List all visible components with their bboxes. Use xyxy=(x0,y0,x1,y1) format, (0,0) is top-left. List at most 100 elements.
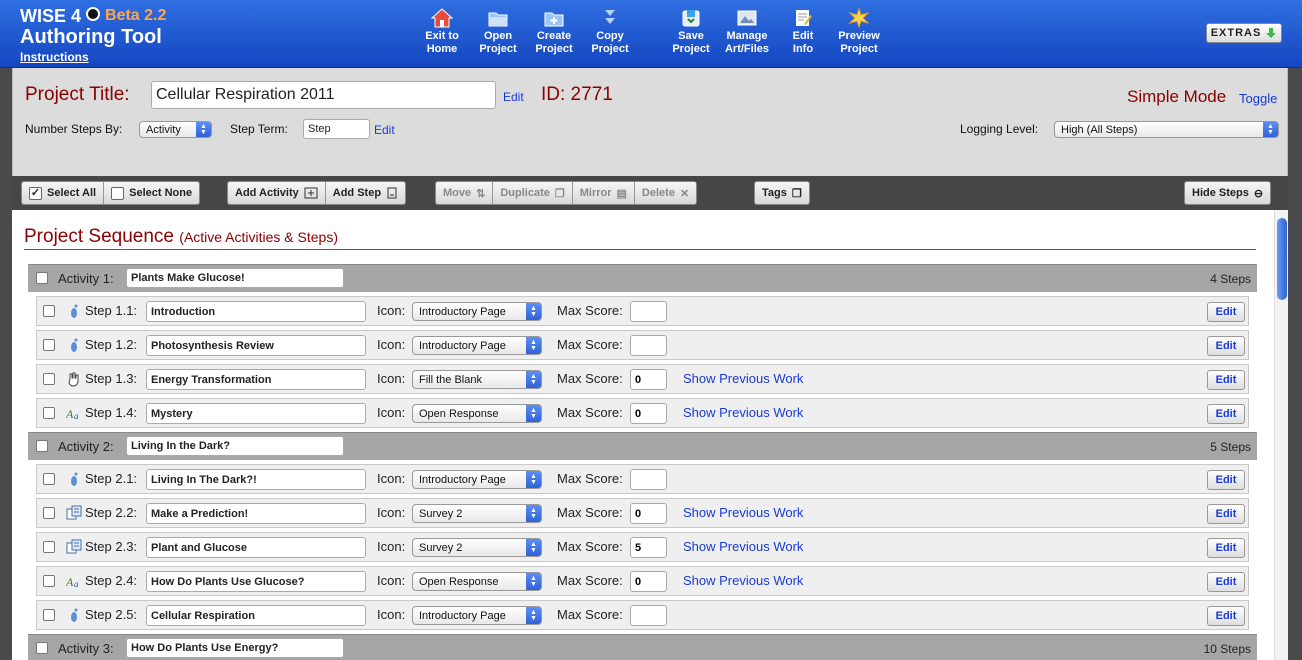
step-row[interactable]: Step 2.3: Plant and Glucose Icon: Survey… xyxy=(36,532,1249,562)
step-checkbox[interactable] xyxy=(43,575,55,587)
select-none-button[interactable]: Select None xyxy=(104,182,199,204)
activity-title-input[interactable]: Living In the Dark? xyxy=(126,436,344,456)
show-previous-work-link[interactable]: Show Previous Work xyxy=(683,539,803,554)
edit-step-button[interactable]: Edit xyxy=(1207,370,1245,390)
number-steps-select[interactable]: Activity ▲ ▼ xyxy=(139,121,212,138)
activity-title-input[interactable]: Plants Make Glucose! xyxy=(126,268,344,288)
step-icon-select[interactable]: Survey 2 ▲ ▼ xyxy=(412,504,542,523)
move-button[interactable]: Move ⇅ xyxy=(436,182,494,204)
step-icon-select[interactable]: Introductory Page ▲ ▼ xyxy=(412,302,542,321)
step-checkbox[interactable] xyxy=(43,339,55,351)
edit-step-button[interactable]: Edit xyxy=(1207,404,1245,424)
edit-step-button[interactable]: Edit xyxy=(1207,504,1245,524)
step-checkbox[interactable] xyxy=(43,407,55,419)
step-title-input[interactable]: Make a Prediction! xyxy=(146,503,366,524)
logging-level-select[interactable]: High (All Steps) ▲ ▼ xyxy=(1054,121,1279,138)
step-row[interactable]: Step 1.1: Introduction Icon: Introductor… xyxy=(36,296,1249,326)
mode-toggle-link[interactable]: Toggle xyxy=(1239,91,1277,106)
step-row[interactable]: Step 2.1: Living In The Dark?! Icon: Int… xyxy=(36,464,1249,494)
create-project-button[interactable]: Create Project xyxy=(522,8,586,56)
minus-circle-icon: ⊖ xyxy=(1253,187,1264,200)
step-checkbox[interactable] xyxy=(43,305,55,317)
max-score-input[interactable] xyxy=(630,301,667,322)
step-checkbox[interactable] xyxy=(43,373,55,385)
step-title-input[interactable]: How Do Plants Use Glucose? xyxy=(146,571,366,592)
activity-checkbox[interactable] xyxy=(36,272,48,284)
edit-step-term-link[interactable]: Edit xyxy=(374,123,395,137)
top-header: WISE 4 Beta 2.2 Authoring Tool Instructi… xyxy=(0,0,1302,68)
step-title-input[interactable]: Living In The Dark?! xyxy=(146,469,366,490)
add-activity-button[interactable]: Add Activity xyxy=(228,182,326,204)
step-icon-select[interactable]: Survey 2 ▲ ▼ xyxy=(412,538,542,557)
step-title-input[interactable]: Plant and Glucose xyxy=(146,537,366,558)
edit-step-button[interactable]: Edit xyxy=(1207,572,1245,592)
copy-project-button[interactable]: Copy Project xyxy=(578,8,642,56)
activity-title-input[interactable]: How Do Plants Use Energy? xyxy=(126,638,344,658)
manage-art-files-button[interactable]: Manage Art/Files xyxy=(715,8,779,56)
activity-row[interactable]: Activity 2: Living In the Dark? 5 Steps xyxy=(28,432,1257,460)
step-icon-select[interactable]: Introductory Page ▲ ▼ xyxy=(412,606,542,625)
step-title-input[interactable]: Introduction xyxy=(146,301,366,322)
step-title-input[interactable]: Cellular Respiration xyxy=(146,605,366,626)
project-title-input[interactable]: Cellular Respiration 2011 xyxy=(151,81,496,109)
step-title-input[interactable]: Photosynthesis Review xyxy=(146,335,366,356)
max-score-input[interactable]: 5 xyxy=(630,537,667,558)
max-score-input[interactable]: 0 xyxy=(630,571,667,592)
step-icon-select[interactable]: Open Response ▲ ▼ xyxy=(412,572,542,591)
exit-to-home-button[interactable]: Exit to Home xyxy=(410,8,474,56)
scroll-thumb[interactable] xyxy=(1277,218,1287,300)
activity-row[interactable]: Activity 3: How Do Plants Use Energy? 10… xyxy=(28,634,1257,660)
tags-button[interactable]: Tags ❐ xyxy=(755,182,809,204)
step-checkbox[interactable] xyxy=(43,609,55,621)
extras-button[interactable]: EXTRAS xyxy=(1206,23,1282,43)
max-score-input[interactable] xyxy=(630,605,667,626)
step-row[interactable]: Step 2.2: Make a Prediction! Icon: Surve… xyxy=(36,498,1249,528)
mirror-button[interactable]: Mirror ▤ xyxy=(573,182,635,204)
step-checkbox[interactable] xyxy=(43,507,55,519)
step-icon-select[interactable]: Introductory Page ▲ ▼ xyxy=(412,470,542,489)
activity-checkbox[interactable] xyxy=(36,440,48,452)
edit-title-link[interactable]: Edit xyxy=(503,90,524,104)
save-project-button[interactable]: Save Project xyxy=(659,8,723,56)
duplicate-button[interactable]: Duplicate ❐ xyxy=(493,182,573,204)
edit-step-button[interactable]: Edit xyxy=(1207,302,1245,322)
show-previous-work-link[interactable]: Show Previous Work xyxy=(683,573,803,588)
open-project-button[interactable]: Open Project xyxy=(466,8,530,56)
edit-step-button[interactable]: Edit xyxy=(1207,538,1245,558)
edit-step-button[interactable]: Edit xyxy=(1207,470,1245,490)
select-all-button[interactable]: ✓ Select All xyxy=(22,182,105,204)
preview-project-button[interactable]: Preview Project xyxy=(827,8,891,56)
edit-info-button[interactable]: Edit Info xyxy=(771,8,835,56)
edit-step-button[interactable]: Edit xyxy=(1207,606,1245,626)
edit-step-button[interactable]: Edit xyxy=(1207,336,1245,356)
show-previous-work-link[interactable]: Show Previous Work xyxy=(683,505,803,520)
step-checkbox[interactable] xyxy=(43,541,55,553)
delete-button[interactable]: Delete ✕ xyxy=(635,182,696,204)
max-score-input[interactable]: 0 xyxy=(630,403,667,424)
activity-checkbox[interactable] xyxy=(36,642,48,654)
step-label: Step 1.1: xyxy=(85,303,138,318)
max-score-input[interactable]: 0 xyxy=(630,369,667,390)
add-step-button[interactable]: Add Step xyxy=(326,182,405,204)
step-term-input[interactable]: Step xyxy=(303,119,370,139)
instructions-link[interactable]: Instructions xyxy=(20,50,166,64)
step-row[interactable]: Aa Step 1.4: Mystery Icon: Open Response… xyxy=(36,398,1249,428)
step-title-input[interactable]: Mystery xyxy=(146,403,366,424)
hide-steps-button[interactable]: Hide Steps ⊖ xyxy=(1185,182,1270,204)
scrollbar[interactable] xyxy=(1274,210,1288,660)
step-row[interactable]: Aa Step 2.4: How Do Plants Use Glucose? … xyxy=(36,566,1249,596)
step-title-input[interactable]: Energy Transformation xyxy=(146,369,366,390)
activity-row[interactable]: Activity 1: Plants Make Glucose! 4 Steps xyxy=(28,264,1257,292)
max-score-input[interactable] xyxy=(630,469,667,490)
max-score-input[interactable]: 0 xyxy=(630,503,667,524)
show-previous-work-link[interactable]: Show Previous Work xyxy=(683,405,803,420)
max-score-input[interactable] xyxy=(630,335,667,356)
step-row[interactable]: Step 1.3: Energy Transformation Icon: Fi… xyxy=(36,364,1249,394)
step-row[interactable]: Step 1.2: Photosynthesis Review Icon: In… xyxy=(36,330,1249,360)
step-icon-select[interactable]: Introductory Page ▲ ▼ xyxy=(412,336,542,355)
show-previous-work-link[interactable]: Show Previous Work xyxy=(683,371,803,386)
step-icon-select[interactable]: Fill the Blank ▲ ▼ xyxy=(412,370,542,389)
step-icon-select[interactable]: Open Response ▲ ▼ xyxy=(412,404,542,423)
step-checkbox[interactable] xyxy=(43,473,55,485)
step-row[interactable]: Step 2.5: Cellular Respiration Icon: Int… xyxy=(36,600,1249,630)
